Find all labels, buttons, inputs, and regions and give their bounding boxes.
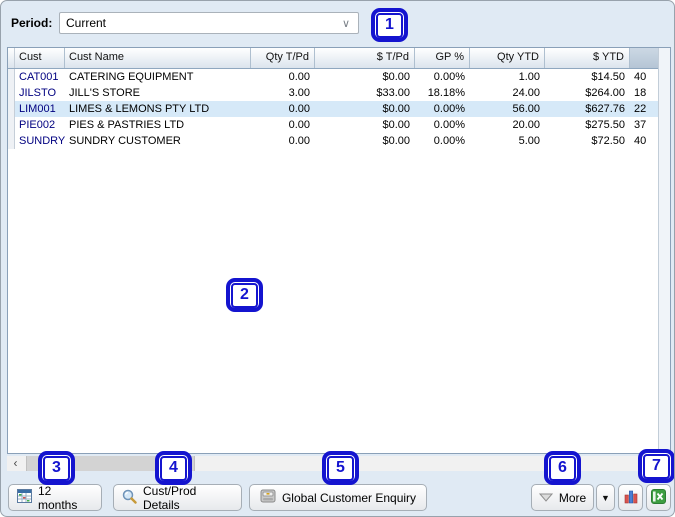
column-header-qty-ytd[interactable]: Qty YTD xyxy=(470,48,545,68)
annotation-badge-7: 7 xyxy=(638,449,674,483)
cust-name-cell: LIMES & LEMONS PTY LTD xyxy=(69,103,210,115)
column-header-clipped[interactable] xyxy=(630,48,659,68)
column-header-amt-tpd[interactable]: $ T/Pd xyxy=(315,48,415,68)
more-button-label: More xyxy=(558,490,587,505)
bar-chart-icon xyxy=(623,489,639,507)
cust-name-cell: JILL'S STORE xyxy=(69,87,140,99)
customer-enquiry-window: Period: Current ∨ Cust Cust Name Qty T/P… xyxy=(0,0,675,517)
drawer-icon xyxy=(260,489,276,506)
cust-code-cell: CAT001 xyxy=(19,71,59,83)
table-row[interactable]: PIE002 PIES & PASTRIES LTD 0.00 $0.00 0.… xyxy=(8,117,670,133)
table-row[interactable]: CAT001 CATERING EQUIPMENT 0.00 $0.00 0.0… xyxy=(8,69,670,85)
triangle-down-icon xyxy=(538,491,553,505)
annotation-badge-2: 2 xyxy=(226,278,263,312)
cust-code-cell: LIM001 xyxy=(19,103,56,115)
chevron-down-icon: ∨ xyxy=(341,17,350,30)
chart-button[interactable] xyxy=(618,484,643,511)
annotation-badge-5: 5 xyxy=(322,451,359,485)
magnifier-icon xyxy=(122,489,137,507)
cust-name-cell: SUNDRY CUSTOMER xyxy=(69,135,181,147)
column-header-amt-ytd[interactable]: $ YTD xyxy=(545,48,630,68)
table-row-selected[interactable]: LIM001 LIMES & LEMONS PTY LTD 0.00 $0.00… xyxy=(8,101,670,117)
period-dropdown[interactable]: Current ∨ xyxy=(59,12,359,34)
cust-code-cell: PIE002 xyxy=(19,119,56,131)
table-row[interactable]: SUNDRY SUNDRY CUSTOMER 0.00 $0.00 0.00% … xyxy=(8,133,670,149)
column-header-custname[interactable]: Cust Name xyxy=(65,48,251,68)
column-header-qty-tpd[interactable]: Qty T/Pd xyxy=(251,48,315,68)
annotation-badge-1: 1 xyxy=(371,8,408,42)
calendar-table-icon xyxy=(17,489,32,506)
cust-prod-details-button[interactable]: Cust/Prod Details xyxy=(113,483,242,512)
more-split-dropdown-button[interactable]: ▼ xyxy=(596,484,615,511)
annotation-badge-4: 4 xyxy=(155,451,192,485)
cust-name-cell: CATERING EQUIPMENT xyxy=(69,71,194,83)
column-header-cust[interactable]: Cust xyxy=(15,48,65,68)
cust-prod-details-button-label: Cust/Prod Details xyxy=(143,483,197,512)
table-row[interactable]: JILSTO JILL'S STORE 3.00 $33.00 18.18% 2… xyxy=(8,85,670,101)
global-customer-enquiry-button-label: Global Customer Enquiry xyxy=(281,490,417,505)
period-label: Period: xyxy=(11,16,53,30)
cust-name-cell: PIES & PASTRIES LTD xyxy=(69,119,185,131)
period-dropdown-value: Current xyxy=(66,16,107,30)
column-header-gp-pct[interactable]: GP % xyxy=(415,48,470,68)
customer-grid: Cust Cust Name Qty T/Pd $ T/Pd GP % Qty … xyxy=(7,47,671,454)
twelve-months-button-label: 12 months xyxy=(38,483,78,512)
more-button[interactable]: More xyxy=(531,484,594,511)
annotation-badge-3: 3 xyxy=(38,451,75,485)
cust-code-cell: JILSTO xyxy=(19,87,57,99)
row-selector-header xyxy=(8,48,15,68)
twelve-months-button[interactable]: 12 months xyxy=(8,483,102,512)
cust-code-cell: SUNDRY xyxy=(19,135,65,147)
grid-header-row: Cust Cust Name Qty T/Pd $ T/Pd GP % Qty … xyxy=(8,48,670,69)
annotation-badge-6: 6 xyxy=(544,451,581,485)
global-customer-enquiry-button[interactable]: Global Customer Enquiry xyxy=(249,484,427,511)
export-excel-button[interactable] xyxy=(646,484,671,511)
excel-export-icon xyxy=(651,488,666,507)
vertical-scrollbar[interactable] xyxy=(658,48,670,453)
caret-down-icon: ▼ xyxy=(601,492,610,503)
scroll-left-arrow-icon[interactable]: ‹ xyxy=(7,456,24,471)
